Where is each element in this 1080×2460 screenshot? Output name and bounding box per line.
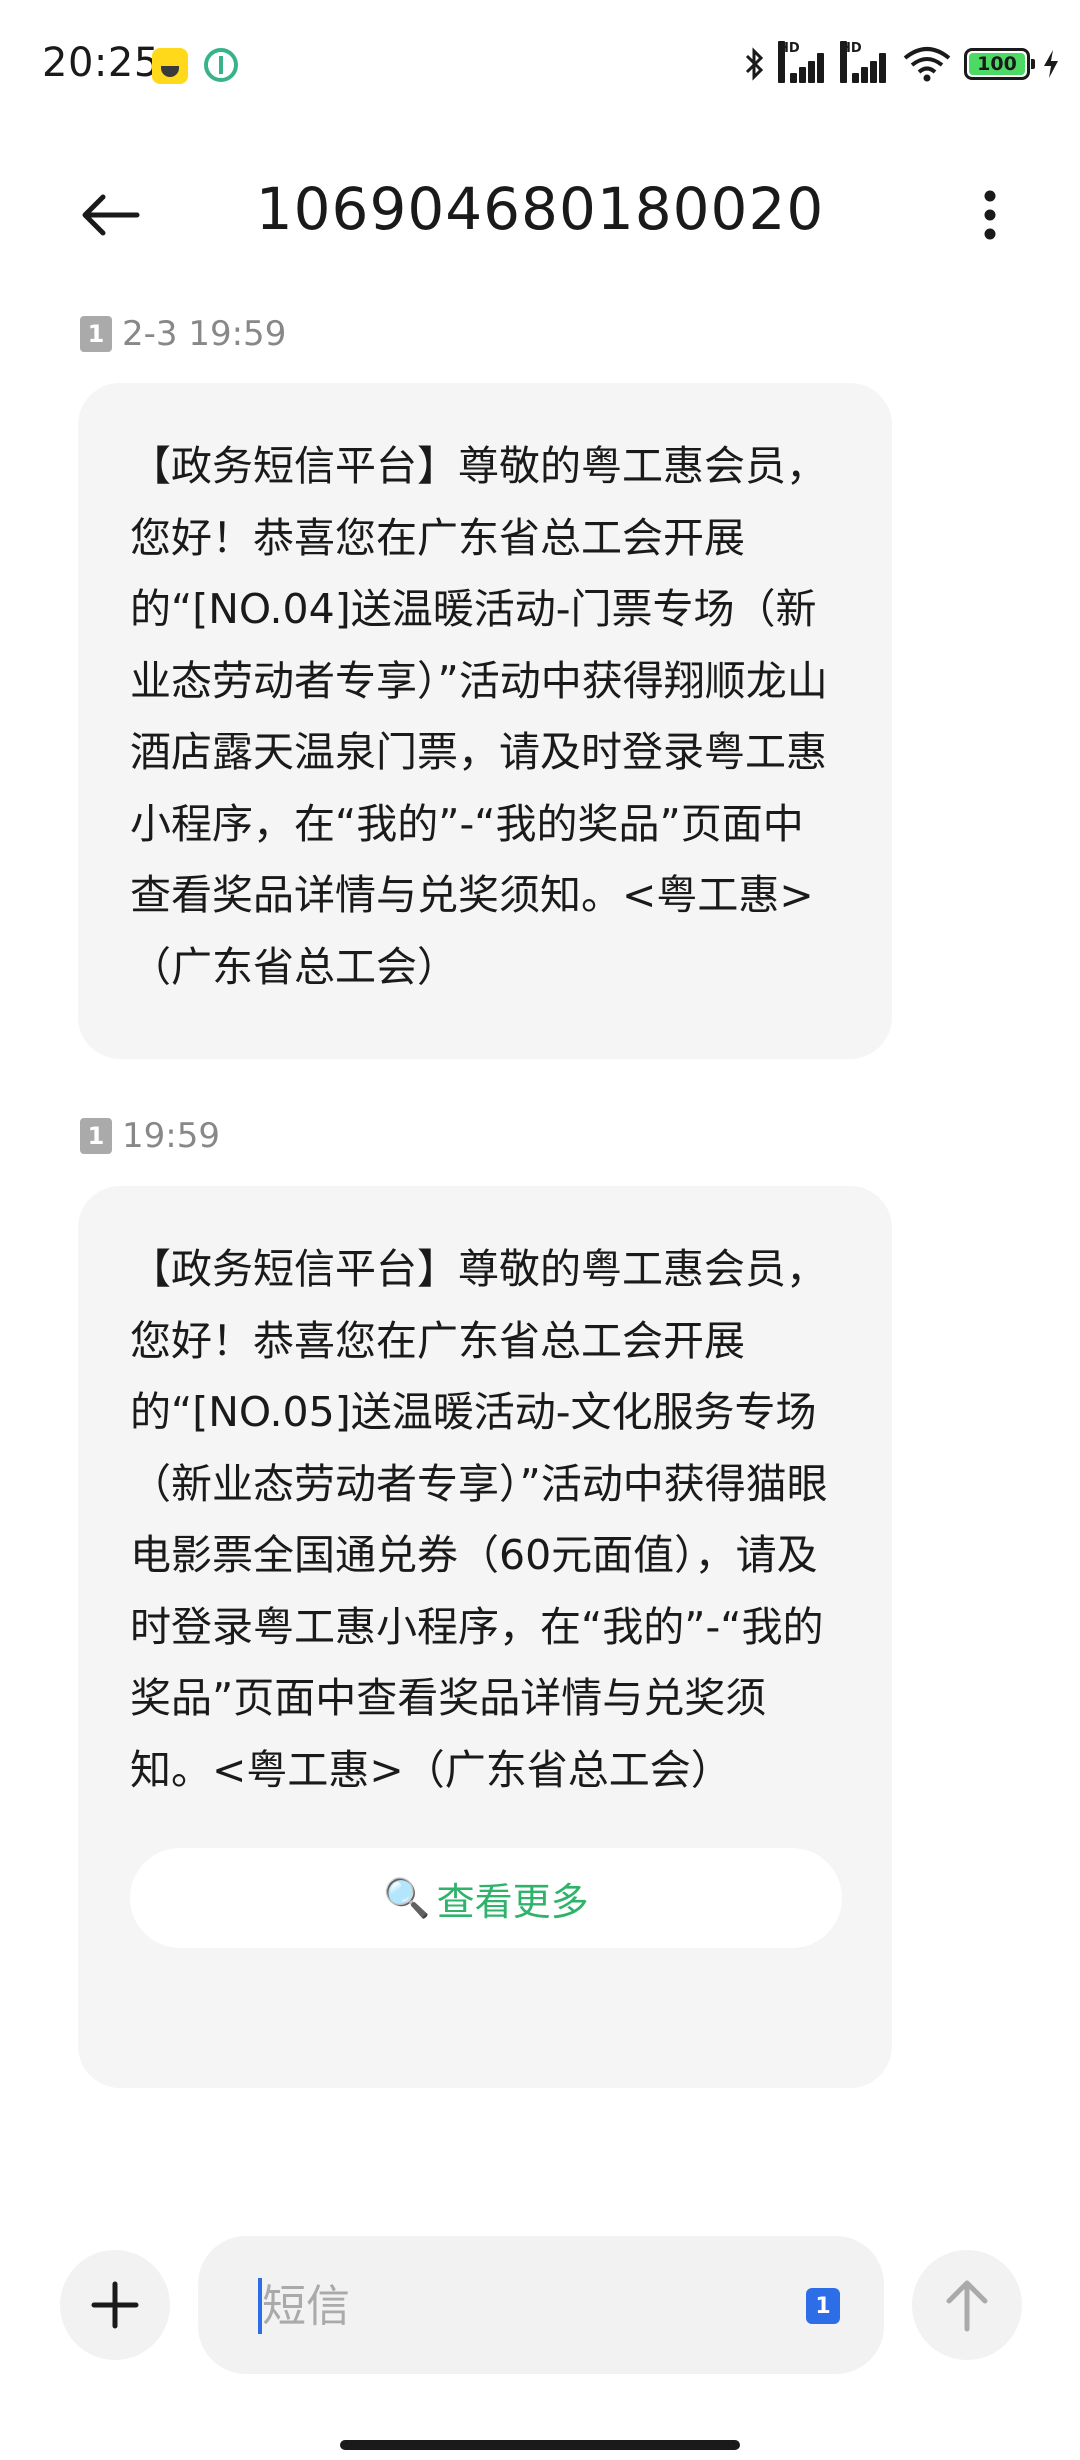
send-button[interactable]	[912, 2250, 1022, 2360]
view-more-label: 查看更多	[436, 1879, 589, 1924]
system-icons: HD HD 100	[744, 41, 1060, 86]
battery-level: 100	[969, 53, 1025, 75]
arrow-up-icon	[946, 2280, 988, 2332]
conversation-title: 106904680180020	[255, 175, 825, 243]
back-button[interactable]	[60, 165, 160, 265]
message-time: 2-3 19:59	[122, 314, 287, 354]
wifi-icon	[903, 47, 951, 82]
message-input[interactable]	[260, 2266, 760, 2346]
view-more-button[interactable]: 🔍 查看更多	[130, 1848, 842, 1948]
more-vertical-icon	[984, 190, 996, 240]
battery-icon: 100	[964, 48, 1035, 80]
message-bubble[interactable]: 【政务短信平台】尊敬的粤工惠会员，您好！恭喜您在广东省总工会开展的“[NO.05…	[78, 1186, 892, 2088]
sim-card-icon: 1	[80, 1118, 112, 1154]
more-options-button[interactable]	[940, 165, 1040, 265]
signal-sim2-icon: HD	[840, 41, 890, 83]
bluetooth-icon	[745, 47, 764, 81]
message-text: 【政务短信平台】尊敬的粤工惠会员，您好！恭喜您在广东省总工会开展的“[NO.05…	[130, 1245, 828, 1794]
add-attachment-button[interactable]	[60, 2250, 170, 2360]
message-text: 【政务短信平台】尊敬的粤工惠会员，您好！恭喜您在广东省总工会开展的“[NO.04…	[130, 442, 828, 991]
message-meta: 1 19:59	[80, 1116, 220, 1156]
conversation-header: 106904680180020	[0, 135, 1080, 315]
plus-icon	[91, 2281, 139, 2329]
message-time: 19:59	[122, 1116, 220, 1156]
leaf-notification-icon	[204, 48, 238, 82]
message-bubble[interactable]: 【政务短信平台】尊敬的粤工惠会员，您好！恭喜您在广东省总工会开展的“[NO.04…	[78, 383, 892, 1059]
sim-card-icon: 1	[80, 316, 112, 352]
sim-select-button[interactable]: 1	[806, 2288, 840, 2324]
message-meta: 1 2-3 19:59	[80, 314, 286, 354]
back-arrow-icon	[82, 194, 140, 236]
status-time: 20:25	[42, 40, 160, 86]
charging-icon	[1044, 50, 1058, 78]
search-icon: 🔍	[383, 1875, 431, 1920]
signal-sim1-icon: HD	[778, 41, 828, 83]
home-indicator[interactable]	[340, 2440, 740, 2450]
status-bar: 20:25 HD HD 100	[0, 0, 1080, 135]
message-compose-box[interactable]: 1	[198, 2236, 884, 2374]
app-notification-icon	[152, 48, 188, 84]
